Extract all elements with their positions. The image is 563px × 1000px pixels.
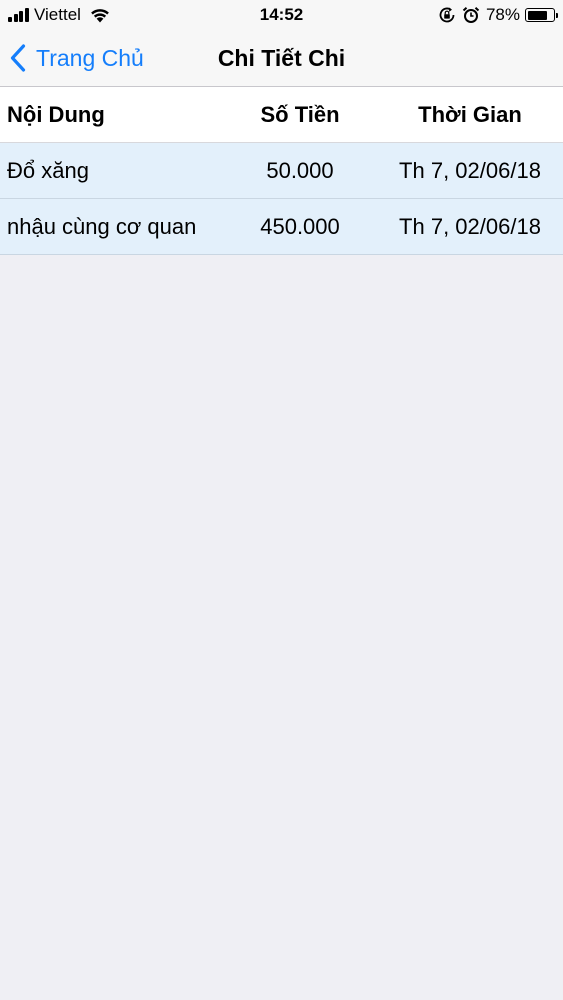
column-header-amount: Số Tiền: [260, 101, 340, 127]
rotation-lock-icon: [439, 7, 455, 23]
column-header-content: Nội Dung: [7, 101, 105, 127]
page-title: Chi Tiết Chi: [217, 45, 346, 71]
battery-icon: [525, 8, 558, 22]
battery-nub: [555, 12, 558, 18]
table-row[interactable]: nhậu cùng cơ quan 450.000 Th 7, 02/06/18: [0, 199, 563, 255]
row-amount: 450.000: [260, 213, 340, 239]
status-bar: Viettel 14:52 78%: [0, 0, 563, 30]
row-time: Th 7, 02/06/18: [399, 213, 541, 239]
table-row[interactable]: Đổ xăng 50.000 Th 7, 02/06/18: [0, 143, 563, 199]
row-amount: 50.000: [266, 157, 334, 183]
expense-table: Nội Dung Số Tiền Thời Gian Đổ xăng 50.00…: [0, 87, 563, 255]
navigation-bar: Trang Chủ Chi Tiết Chi: [0, 30, 563, 87]
battery-percent: 78%: [485, 5, 520, 24]
row-content: Đổ xăng: [7, 157, 89, 183]
battery-fill: [527, 10, 547, 20]
table-header: Nội Dung Số Tiền Thời Gian: [0, 87, 563, 143]
column-header-time: Thời Gian: [418, 101, 522, 127]
alarm-clock-icon: [462, 7, 480, 23]
row-content: nhậu cùng cơ quan: [7, 213, 197, 239]
status-right: 78%: [438, 5, 558, 25]
row-time: Th 7, 02/06/18: [399, 157, 541, 183]
